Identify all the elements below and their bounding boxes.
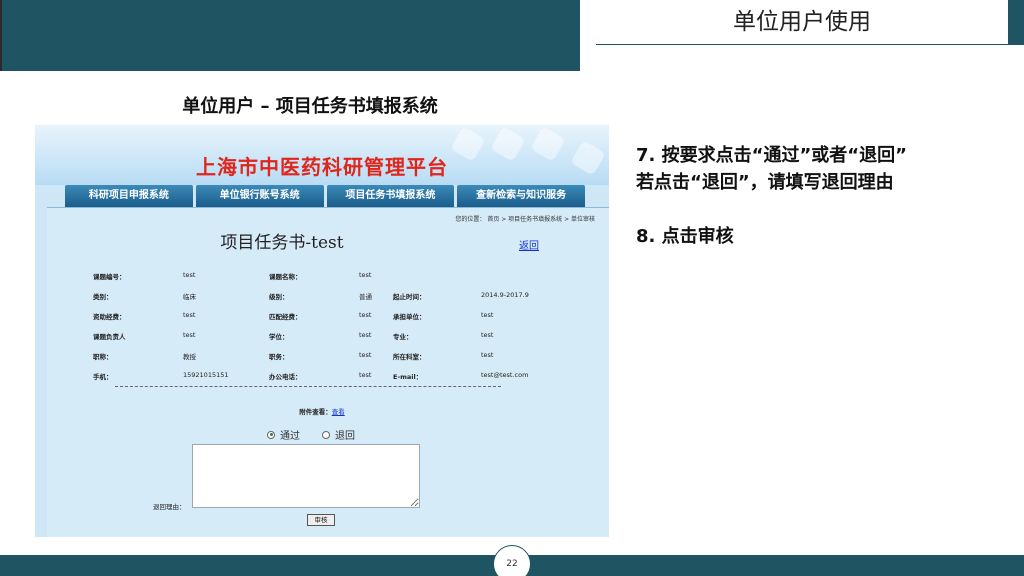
return-reason-label: 退回理由： bbox=[153, 503, 186, 511]
field-value-dept: test bbox=[481, 351, 494, 359]
field-label-period: 起止时间： bbox=[393, 293, 426, 301]
field-value-title: 教授 bbox=[183, 353, 196, 361]
field-label-matching: 匹配经费： bbox=[269, 313, 302, 321]
field-label-leader: 课题负责人 bbox=[93, 333, 126, 341]
main-nav: 科研项目申报系统 单位银行账号系统 项目任务书填报系统 查新检索与知识服务 bbox=[65, 185, 585, 207]
audit-decision-group: 通过 退回 bbox=[267, 427, 355, 442]
field-value-degree: test bbox=[359, 331, 372, 339]
field-value-matching: test bbox=[359, 311, 372, 319]
field-label-email: E-mail： bbox=[393, 373, 423, 381]
radio-return-label: 退回 bbox=[335, 431, 355, 442]
field-value-email: test@test.com bbox=[481, 371, 529, 379]
radio-return-indicator[interactable] bbox=[322, 430, 330, 439]
field-label-position: 职务： bbox=[269, 353, 289, 361]
field-value-major: test bbox=[481, 331, 494, 339]
audit-button[interactable]: 审核 bbox=[307, 514, 335, 526]
field-label-code: 课题编号： bbox=[93, 273, 126, 281]
field-label-category: 类别： bbox=[93, 293, 113, 301]
system-screenshot: 上海市中医药科研管理平台 科研项目申报系统 单位银行账号系统 项目任务书填报系统… bbox=[35, 125, 609, 537]
step-spacer bbox=[636, 196, 1016, 223]
radio-pass-label: 通过 bbox=[280, 431, 300, 442]
attachment-label: 附件查看： bbox=[299, 408, 332, 416]
field-label-level: 级别： bbox=[269, 293, 289, 301]
attachment-view-link[interactable]: 查看 bbox=[332, 408, 345, 416]
attachment-row: 附件查看：查看 bbox=[35, 406, 609, 416]
return-reason-input[interactable] bbox=[192, 444, 420, 508]
field-value-office-phone: test bbox=[359, 371, 372, 379]
page-number: 22 bbox=[493, 545, 531, 576]
step7-line2: 若点击“退回”，请填写退回理由 bbox=[636, 172, 894, 193]
field-value-unit: test bbox=[481, 311, 494, 319]
radio-pass[interactable]: 通过 bbox=[267, 427, 300, 442]
field-label-dept: 所在科室： bbox=[393, 353, 426, 361]
field-label-name: 课题名称： bbox=[269, 273, 302, 281]
field-value-category: 临床 bbox=[183, 293, 196, 301]
field-value-position: test bbox=[359, 351, 372, 359]
section-divider bbox=[115, 386, 501, 387]
field-value-mobile: 15921015151 bbox=[183, 371, 229, 379]
field-value-funding: test bbox=[183, 311, 196, 319]
top-banner bbox=[0, 0, 580, 71]
field-value-level: 普通 bbox=[359, 293, 372, 301]
field-value-leader: test bbox=[183, 331, 196, 339]
top-right-accent bbox=[1008, 0, 1024, 45]
slide-title: 单位用户使用 bbox=[596, 0, 1008, 45]
platform-header: 上海市中医药科研管理平台 bbox=[35, 125, 609, 185]
nav-tab-knowledge-service[interactable]: 查新检索与知识服务 bbox=[457, 185, 585, 207]
field-label-title: 职称： bbox=[93, 353, 113, 361]
step7-line1: 7. 按要求点击“通过”或者“退回” bbox=[636, 145, 907, 166]
field-label-mobile: 手机： bbox=[93, 373, 113, 381]
radio-pass-indicator[interactable] bbox=[267, 430, 275, 439]
return-link[interactable]: 返回 bbox=[519, 237, 539, 252]
field-label-office-phone: 办公电话： bbox=[269, 373, 302, 381]
field-label-funding: 资助经费： bbox=[93, 313, 126, 321]
nav-tab-task-book[interactable]: 项目任务书填报系统 bbox=[326, 185, 455, 207]
field-label-degree: 学位： bbox=[269, 333, 289, 341]
instruction-steps: 7. 按要求点击“通过”或者“退回” 若点击“退回”，请填写退回理由 8. 点击… bbox=[636, 142, 1016, 250]
radio-return[interactable]: 退回 bbox=[322, 427, 355, 442]
nav-tab-research-application[interactable]: 科研项目申报系统 bbox=[65, 185, 193, 207]
step8: 8. 点击审核 bbox=[636, 226, 734, 247]
field-value-name: test bbox=[359, 271, 372, 279]
platform-title: 上海市中医药科研管理平台 bbox=[196, 155, 448, 179]
field-value-code: test bbox=[183, 271, 196, 279]
field-value-period: 2014.9-2017.9 bbox=[481, 291, 529, 299]
field-label-unit: 承担单位： bbox=[393, 313, 426, 321]
field-label-major: 专业： bbox=[393, 333, 413, 341]
doc-title: 项目任务书-test bbox=[220, 233, 344, 253]
breadcrumb: 您的位置： 首页 > 项目任务书填报系统 > 单位审核 bbox=[455, 216, 595, 223]
section-subtitle: 单位用户 – 项目任务书填报系统 bbox=[182, 96, 438, 117]
nav-tab-bank-account[interactable]: 单位银行账号系统 bbox=[195, 185, 324, 207]
